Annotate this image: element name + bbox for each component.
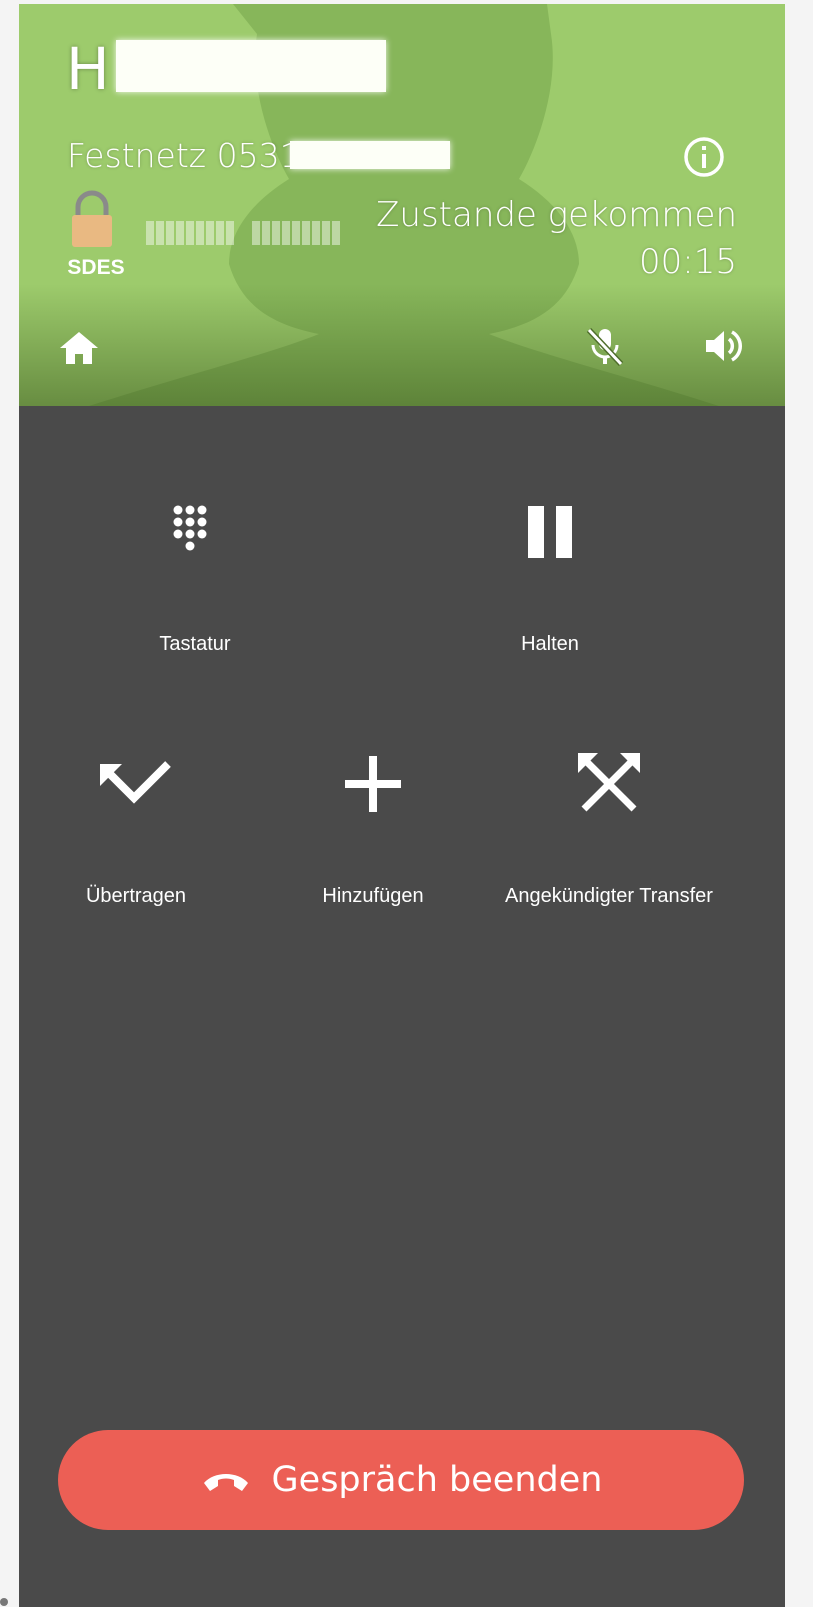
microphone-off-icon bbox=[586, 327, 624, 367]
transfer-button[interactable]: Übertragen bbox=[19, 749, 256, 919]
encryption-label: SDES bbox=[67, 256, 125, 279]
call-status: Zustande gekommen bbox=[376, 195, 737, 235]
signal-quality-bars bbox=[146, 221, 358, 245]
hangup-icon bbox=[200, 1467, 252, 1493]
home-button[interactable] bbox=[57, 326, 101, 370]
end-call-label: Gespräch beenden bbox=[271, 1460, 603, 1500]
transfer-label: Übertragen bbox=[85, 885, 187, 907]
attended-transfer-button[interactable]: Angekündigter Transfer bbox=[489, 749, 729, 919]
add-call-button[interactable]: Hinzufügen bbox=[253, 749, 493, 919]
hold-label: Halten bbox=[521, 633, 579, 655]
call-screen: H Festnetz 0531 SDES Zustande gekommen 0… bbox=[19, 4, 785, 1607]
lock-icon bbox=[72, 190, 112, 247]
dialpad-label: Tastatur bbox=[159, 633, 231, 655]
info-button[interactable] bbox=[682, 135, 726, 179]
dialpad-icon bbox=[173, 505, 207, 551]
hold-button[interactable]: Halten bbox=[430, 494, 670, 664]
dialpad-button[interactable]: Tastatur bbox=[75, 494, 315, 664]
speaker-icon bbox=[706, 330, 742, 362]
redacted-name bbox=[116, 40, 386, 92]
caller-number: Festnetz 0531 bbox=[67, 136, 301, 175]
info-icon bbox=[684, 137, 724, 177]
end-call-button[interactable]: Gespräch beenden bbox=[58, 1430, 744, 1530]
speaker-button[interactable] bbox=[702, 324, 746, 368]
caller-name: H bbox=[66, 35, 110, 103]
add-call-label: Hinzufügen bbox=[322, 885, 424, 907]
mute-button[interactable] bbox=[583, 324, 627, 368]
pause-icon bbox=[528, 506, 572, 558]
call-header: H Festnetz 0531 SDES Zustande gekommen 0… bbox=[19, 4, 785, 406]
attended-transfer-label: Angekündigter Transfer bbox=[505, 885, 713, 907]
call-timer: 00:15 bbox=[639, 242, 737, 282]
redacted-number bbox=[290, 141, 450, 169]
transfer-icon bbox=[100, 761, 171, 804]
home-icon bbox=[60, 332, 98, 364]
attended-transfer-icon bbox=[578, 753, 640, 812]
add-icon bbox=[345, 756, 401, 812]
